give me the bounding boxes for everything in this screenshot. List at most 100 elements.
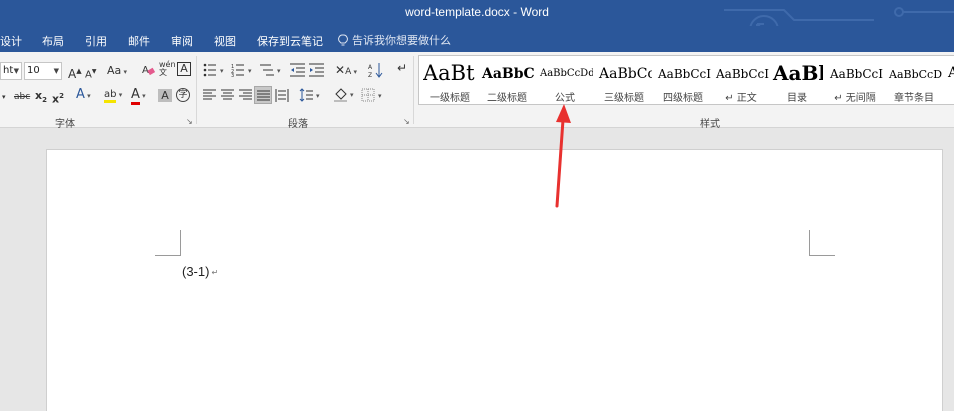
style-preview: AaBbCcDc [889,68,942,81]
svg-text:▾: ▾ [316,92,320,100]
styles-group-label: 样式 [700,119,720,130]
bullets-icon[interactable]: ▾ [203,63,229,77]
style-name: 章节条目 [894,93,934,104]
svg-text:▾: ▾ [378,92,382,100]
style-preview: AaBbCcDdI [540,68,593,79]
superscript-icon[interactable]: x2 [52,89,64,107]
svg-text:▾: ▾ [220,67,224,75]
increase-indent-icon[interactable] [309,63,325,77]
tell-me-placeholder: 告诉我你想要做什么 [352,34,451,47]
document-paragraph[interactable]: (3-1) ↵ [182,264,218,279]
dialog-launcher-icon[interactable]: ↘ [403,117,410,126]
font-size-value: 10 [27,65,40,76]
tab-references[interactable]: 引用 [85,33,107,49]
style-heading-3[interactable]: AaBbCc 三级标题 [596,56,652,104]
styles-gallery: AaBt 一级标题 AaBbC 二级标题 AaBbCcDdI 公式 AaBbCc… [418,55,954,105]
multilevel-list-icon[interactable]: ▾ [259,63,285,77]
chinese-layout-icon[interactable]: ✕A ▾ [335,63,357,79]
svg-text:Z: Z [368,72,372,78]
paragraph-group-label: 段落 [288,119,308,130]
chevron-down-icon[interactable]: ▾ [2,90,6,104]
highlight-color-icon[interactable]: ab ▾ [104,88,122,103]
numbering-icon[interactable]: 123 ▾ [231,63,257,77]
shrink-font-icon[interactable]: A▼ [85,65,96,82]
svg-text:▾: ▾ [277,67,281,75]
style-preview: A [948,65,954,81]
document-page[interactable]: (3-1) ↵ [46,149,943,411]
font-color-icon[interactable]: A ▾ [131,87,146,105]
change-case-icon[interactable]: Aa ▾ [107,64,127,79]
font-group-label: 字体 [55,119,75,130]
style-preview: AaBbCcI [716,67,769,81]
lightbulb-icon [338,34,348,45]
style-heading-4[interactable]: AaBbCcI 四级标题 [655,56,711,104]
tab-view[interactable]: 视图 [214,33,236,49]
subscript-icon[interactable]: x2 [35,89,47,107]
style-name: 一级标题 [430,93,470,104]
show-hide-marks-icon[interactable]: ↵ [397,61,407,75]
font-name-combo[interactable]: ht ▼ [0,62,22,80]
align-left-icon[interactable] [203,89,217,102]
decrease-indent-icon[interactable] [290,63,306,77]
style-preview: AaBbCc [599,66,652,82]
svg-text:3: 3 [231,73,234,77]
group-separator [196,56,197,124]
tell-me-box[interactable]: 告诉我你想要做什么 [338,32,451,48]
grow-font-icon[interactable]: A▲ [68,64,82,81]
tab-save-to-cloud-notes[interactable]: 保存到云笔记 [257,33,323,49]
character-shading-icon[interactable]: A [158,89,172,102]
svg-text:▾: ▾ [350,91,354,99]
font-name-value: ht [3,65,14,76]
style-preview: AaBt [423,61,475,85]
text-effects-icon[interactable]: A ▾ [76,88,91,103]
style-name: 四级标题 [663,93,703,104]
sort-icon[interactable]: AZ [368,62,384,78]
phonetic-guide-icon[interactable]: wén 文 [159,61,176,77]
borders-icon[interactable]: ▾ [361,88,385,103]
style-name: ↵ 正文 [725,93,757,104]
style-name: 二级标题 [487,93,527,104]
style-name: ↵ 无间隔 [834,93,876,104]
distributed-icon[interactable] [275,88,289,103]
dialog-launcher-icon[interactable]: ↘ [186,117,193,126]
crop-mark-top-left [155,230,181,256]
style-preview: AaBbC [482,66,535,82]
group-separator [413,56,414,124]
document-area[interactable]: (3-1) ↵ [0,129,954,411]
justify-icon [257,90,270,101]
style-preview: AaBbCcI [830,67,883,81]
style-chapter-item[interactable]: AaBbCcDc 章节条目 [886,56,942,104]
clear-formatting-icon[interactable]: A [142,63,156,76]
ribbon-tab-bar: 设计 布局 引用 邮件 审阅 视图 保存到云笔记 告诉我你想要做什么 [0,26,954,52]
font-size-combo[interactable]: 10 ▼ [24,62,62,80]
character-border-icon[interactable]: A [177,62,191,76]
chevron-down-icon: ▼ [13,67,19,75]
style-no-spacing[interactable]: AaBbCcI ↵ 无间隔 [827,56,883,104]
shading-icon[interactable]: ▾ [333,87,357,103]
align-center-icon[interactable] [221,89,235,102]
tab-mailings[interactable]: 邮件 [128,33,150,49]
style-preview: AaBbCcI [658,67,711,81]
tab-layout[interactable]: 布局 [42,33,64,49]
style-normal[interactable]: AaBbCcI ↵ 正文 [713,56,769,104]
chevron-down-icon: ▼ [53,67,59,75]
svg-text:▾: ▾ [248,67,252,75]
line-spacing-icon[interactable]: ▾ [299,88,323,103]
crop-mark-top-right [809,230,835,256]
paragraph-mark: ↵ [211,268,219,278]
document-text: (3-1) [182,264,210,279]
justify-button[interactable] [254,86,272,104]
style-formula[interactable]: AaBbCcDdI 公式 [537,56,593,104]
style-name: 公式 [555,93,575,104]
style-heading-2[interactable]: AaBbC 二级标题 [479,56,535,104]
style-more[interactable]: A [945,56,954,104]
align-right-icon[interactable] [239,89,253,102]
enclose-characters-icon[interactable]: 字 [176,88,190,102]
style-name: 目录 [787,93,807,104]
tab-design[interactable]: 设计 [0,33,22,49]
style-toc[interactable]: AaBl 目录 [771,56,823,104]
strikethrough-icon[interactable]: abc [14,90,30,104]
tab-review[interactable]: 审阅 [171,33,193,49]
style-preview: AaBl [773,61,823,85]
style-heading-1[interactable]: AaBt 一级标题 [423,56,477,104]
